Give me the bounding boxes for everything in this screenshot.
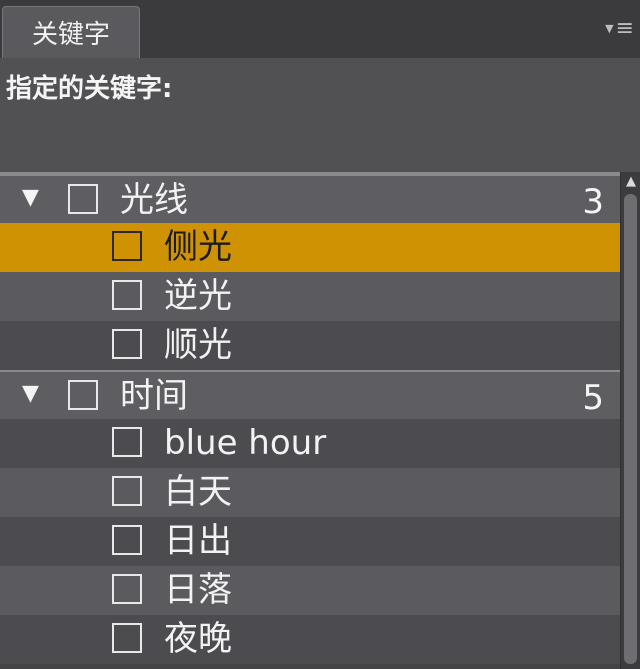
keyword-label: blue hour: [164, 423, 327, 463]
keyword-row[interactable]: blue hour: [0, 419, 620, 468]
list-menu-icon: ≡: [615, 16, 634, 41]
tab-keywords[interactable]: 关键字: [2, 6, 140, 58]
keyword-group-label: 光线: [120, 180, 188, 220]
keyword-label: 顺光: [164, 325, 232, 365]
keyword-checkbox[interactable]: [112, 329, 142, 359]
keyword-checkbox[interactable]: [112, 623, 142, 653]
chevron-down-icon: ▼: [605, 22, 614, 35]
assigned-keywords-area[interactable]: 指定的关键字:: [0, 58, 640, 172]
disclosure-triangle-icon[interactable]: ▼: [22, 381, 39, 406]
keyword-row[interactable]: 顺光: [0, 321, 620, 370]
keyword-checkbox[interactable]: [112, 574, 142, 604]
keyword-row[interactable]: 日落: [0, 566, 620, 615]
keyword-label: 白天: [164, 472, 232, 512]
keyword-checkbox[interactable]: [112, 525, 142, 555]
keyword-label: 日出: [164, 521, 232, 561]
keyword-group-row[interactable]: ▼ 时间 5: [0, 370, 620, 419]
vertical-scrollbar[interactable]: ▲: [620, 172, 640, 669]
keyword-row[interactable]: 白天: [0, 468, 620, 517]
keyword-row[interactable]: 日出: [0, 517, 620, 566]
keyword-row[interactable]: 夜晚: [0, 615, 620, 664]
assigned-keywords-label: 指定的关键字:: [6, 74, 173, 104]
keyword-label: 夜晚: [164, 619, 232, 659]
keyword-label: 侧光: [164, 227, 232, 267]
panel-menu-icon[interactable]: ▼ ≡: [600, 18, 634, 40]
keyword-group-label: 时间: [120, 376, 188, 416]
scrollbar-thumb[interactable]: [624, 194, 637, 664]
keyword-count: 3: [582, 182, 604, 222]
keyword-group-row[interactable]: ▼ 光线 3: [0, 174, 620, 223]
keyword-row[interactable]: 侧光: [0, 223, 620, 272]
keyword-checkbox[interactable]: [68, 184, 98, 214]
keyword-count: 5: [582, 378, 604, 418]
keyword-checkbox[interactable]: [112, 280, 142, 310]
scroll-up-arrow-icon[interactable]: ▲: [623, 174, 639, 190]
panel-tab-bar: 关键字 ▼ ≡: [0, 0, 640, 59]
keyword-label: 逆光: [164, 276, 232, 316]
keyword-checkbox[interactable]: [112, 427, 142, 457]
disclosure-triangle-icon[interactable]: ▼: [22, 185, 39, 210]
keyword-checkbox[interactable]: [68, 380, 98, 410]
keyword-row[interactable]: 逆光: [0, 272, 620, 321]
keyword-label: 日落: [164, 570, 232, 610]
keyword-checkbox[interactable]: [112, 476, 142, 506]
keyword-list: ▼ 光线 3 侧光 逆光 顺光 ▼ 时间 5 blue hour 白天 日出 日…: [0, 172, 620, 669]
keyword-checkbox[interactable]: [112, 231, 142, 261]
